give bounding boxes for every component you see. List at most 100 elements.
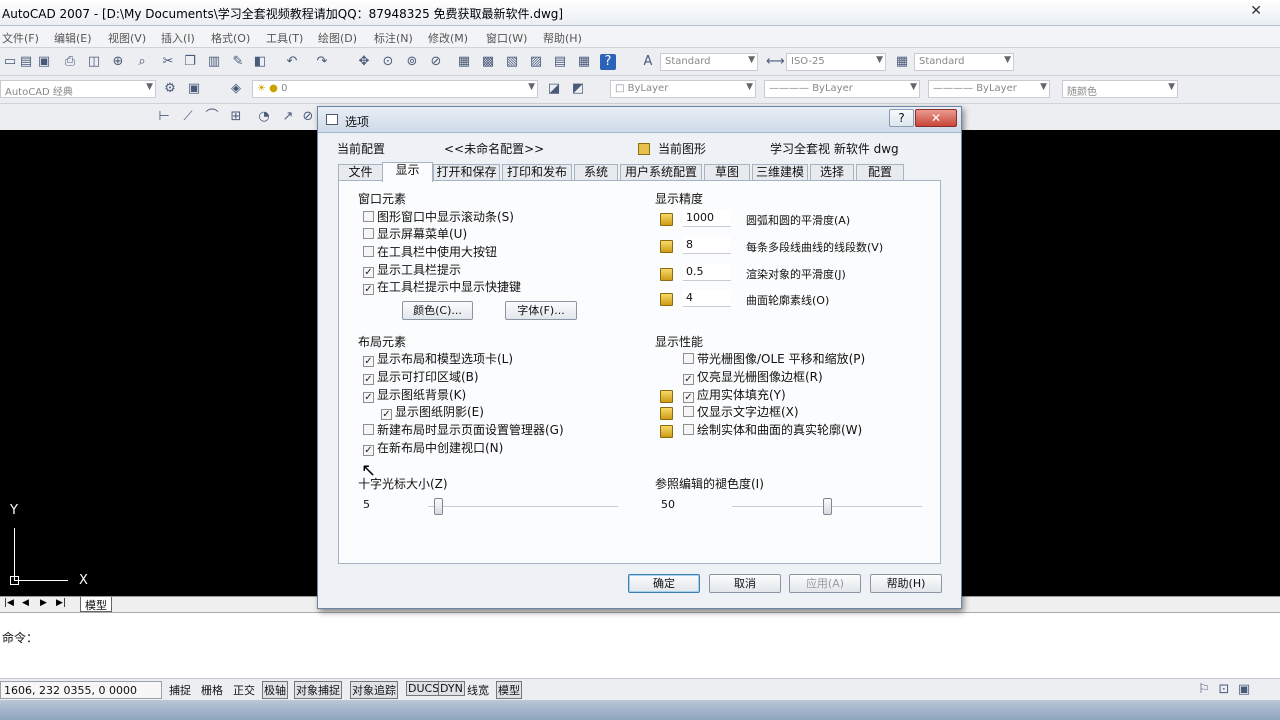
crosshair-size-value[interactable]: 5 [363, 498, 370, 511]
ok-button[interactable]: 确定 [628, 574, 700, 593]
diameter-dim-icon[interactable]: ⊘ [300, 109, 316, 125]
lock-icon[interactable]: ⊡ [1216, 682, 1232, 698]
status-ducs[interactable]: DUCS [406, 681, 442, 696]
checkbox-raster-pan-zoom[interactable]: 带光栅图像/OLE 平移和缩放(P) [683, 352, 865, 367]
checkbox-shortcut-tooltips[interactable]: 在工具栏提示中显示快捷键 [363, 280, 521, 295]
rendered-smoothness-input[interactable]: 0.5 [683, 264, 731, 281]
menu-help[interactable]: 帮助(H) [543, 30, 582, 46]
comm-center-icon[interactable]: ⚐ [1196, 682, 1212, 698]
tab-profiles[interactable]: 配置 [856, 164, 904, 181]
menu-view[interactable]: 视图(V) [108, 30, 146, 46]
checkbox-text-boundary[interactable]: 仅显示文字边框(X) [683, 405, 799, 420]
layer-previous-icon[interactable]: ◩ [570, 81, 586, 97]
status-grid[interactable]: 栅格 [200, 682, 224, 698]
status-osnap[interactable]: 对象捕捉 [294, 681, 342, 699]
tab-3d-modeling[interactable]: 三维建模 [752, 164, 808, 181]
checkbox-tooltips[interactable]: 显示工具栏提示 [363, 263, 461, 278]
radius-dim-icon[interactable]: ◔ [256, 109, 272, 125]
workspace-save-icon[interactable]: ▣ [186, 81, 202, 97]
checkbox-solid-fill[interactable]: 应用实体填充(Y) [683, 388, 786, 403]
color-combo[interactable]: □ ByLayer ▼ [610, 80, 756, 98]
last-tab-icon[interactable]: ▶| [56, 598, 66, 608]
properties-icon[interactable]: ▦ [456, 54, 472, 70]
cut-icon[interactable]: ✂ [160, 54, 176, 70]
cancel-button[interactable]: 取消 [709, 574, 781, 593]
publish-icon[interactable]: ⊕ [110, 54, 126, 70]
menu-insert[interactable]: 插入(I) [161, 30, 195, 46]
checkbox-printable-area[interactable]: 显示可打印区域(B) [363, 370, 479, 385]
open-icon[interactable]: ▤ [18, 54, 34, 70]
status-snap[interactable]: 捕捉 [168, 682, 192, 698]
prev-tab-icon[interactable]: ◀ [22, 598, 29, 608]
new-icon[interactable]: ▭ [2, 54, 18, 70]
search-icon[interactable]: ⌕ [134, 54, 150, 70]
checkbox-paper-background[interactable]: 显示图纸背景(K) [363, 388, 466, 403]
command-window[interactable]: 命令： [0, 612, 1280, 678]
preview-icon[interactable]: ◫ [86, 54, 102, 70]
tab-drafting[interactable]: 草图 [704, 164, 750, 181]
apply-button[interactable]: 应用(A) [789, 574, 861, 593]
status-polar[interactable]: 极轴 [262, 681, 288, 699]
tab-selection[interactable]: 选择 [810, 164, 854, 181]
xref-slider-thumb[interactable] [823, 498, 832, 515]
checkbox-large-buttons[interactable]: 在工具栏中使用大按钮 [363, 245, 497, 260]
status-model[interactable]: 模型 [496, 681, 522, 699]
arc-smoothness-input[interactable]: 1000 [683, 210, 731, 227]
text-style-combo[interactable]: Standard ▼ [660, 53, 758, 71]
checkbox-scroll-bars[interactable]: 图形窗口中显示滚动条(S) [363, 210, 514, 225]
markup-icon[interactable]: ▤ [552, 54, 568, 70]
zoom-previous-icon[interactable]: ⊘ [428, 54, 444, 70]
layer-manager-icon[interactable]: ◈ [228, 81, 244, 97]
tab-user-preferences[interactable]: 用户系统配置 [620, 164, 702, 181]
aligned-dim-icon[interactable]: ⟋ [180, 109, 196, 125]
menu-format[interactable]: 格式(O) [211, 30, 250, 46]
linear-dim-icon[interactable]: ⊢ [156, 109, 172, 125]
help-button[interactable]: 帮助(H) [870, 574, 942, 593]
undo-icon[interactable]: ↶ [284, 54, 300, 70]
workspace-settings-icon[interactable]: ⚙ [162, 81, 178, 97]
calculator-icon[interactable]: ▦ [576, 54, 592, 70]
crosshair-slider-thumb[interactable] [433, 498, 443, 515]
dim-style-combo[interactable]: ISO-25 ▼ [786, 53, 886, 71]
tab-plot-publish[interactable]: 打印和发布 [502, 164, 572, 181]
arc-length-icon[interactable]: ⌒ [204, 109, 220, 125]
workspace-combo[interactable]: AutoCAD 经典 ▼ [0, 80, 156, 98]
menu-edit[interactable]: 编辑(E) [54, 30, 92, 46]
zoom-window-icon[interactable]: ⊚ [404, 54, 420, 70]
lineweight-combo[interactable]: ———— ByLayer ▼ [928, 80, 1050, 98]
menu-modify[interactable]: 修改(M) [428, 30, 468, 46]
save-icon[interactable]: ▣ [36, 54, 52, 70]
sheet-set-icon[interactable]: ▨ [528, 54, 544, 70]
status-dyn[interactable]: DYN [438, 681, 465, 696]
linetype-combo[interactable]: ———— ByLayer ▼ [764, 80, 920, 98]
checkbox-raster-frame-only[interactable]: 仅亮显光栅图像边框(R) [683, 370, 823, 385]
jogged-dim-icon[interactable]: ↗ [280, 109, 296, 125]
tab-model[interactable]: 模型 [80, 597, 112, 612]
menu-window[interactable]: 窗口(W) [486, 30, 527, 46]
checkbox-page-setup-manager[interactable]: 新建布局时显示页面设置管理器(G) [363, 423, 564, 438]
tab-open-save[interactable]: 打开和保存 [433, 164, 500, 181]
colors-button[interactable]: 颜色(C)... [402, 301, 473, 320]
polyline-segments-input[interactable]: 8 [683, 237, 731, 254]
pan-icon[interactable]: ✥ [356, 54, 372, 70]
paste-icon[interactable]: ▥ [206, 54, 222, 70]
menu-dimension[interactable]: 标注(N) [374, 30, 413, 46]
zoom-realtime-icon[interactable]: ⊙ [380, 54, 396, 70]
table-style-combo[interactable]: Standard ▼ [914, 53, 1014, 71]
layer-combo[interactable]: ☀ ● 0 ▼ [252, 80, 538, 98]
menu-tools[interactable]: 工具(T) [266, 30, 303, 46]
xref-fading-value[interactable]: 50 [661, 498, 675, 511]
fonts-button[interactable]: 字体(F)... [505, 301, 577, 320]
tab-system[interactable]: 系统 [574, 164, 618, 181]
block-editor-icon[interactable]: ◧ [252, 54, 268, 70]
design-center-icon[interactable]: ▩ [480, 54, 496, 70]
dialog-help-icon[interactable]: ? [889, 109, 914, 127]
dialog-close-icon[interactable]: ✕ [915, 109, 957, 127]
plot-icon[interactable]: ⎙ [62, 54, 78, 70]
help-icon[interactable]: ? [600, 54, 616, 70]
checkbox-create-viewport[interactable]: 在新布局中创建视口(N) [363, 441, 503, 456]
checkbox-true-silhouettes[interactable]: 绘制实体和曲面的真实轮廓(W) [683, 423, 862, 438]
ordinate-dim-icon[interactable]: ⊞ [228, 109, 244, 125]
matchprop-icon[interactable]: ✎ [230, 54, 246, 70]
plotstyle-combo[interactable]: 随颜色 ▼ [1062, 80, 1178, 98]
